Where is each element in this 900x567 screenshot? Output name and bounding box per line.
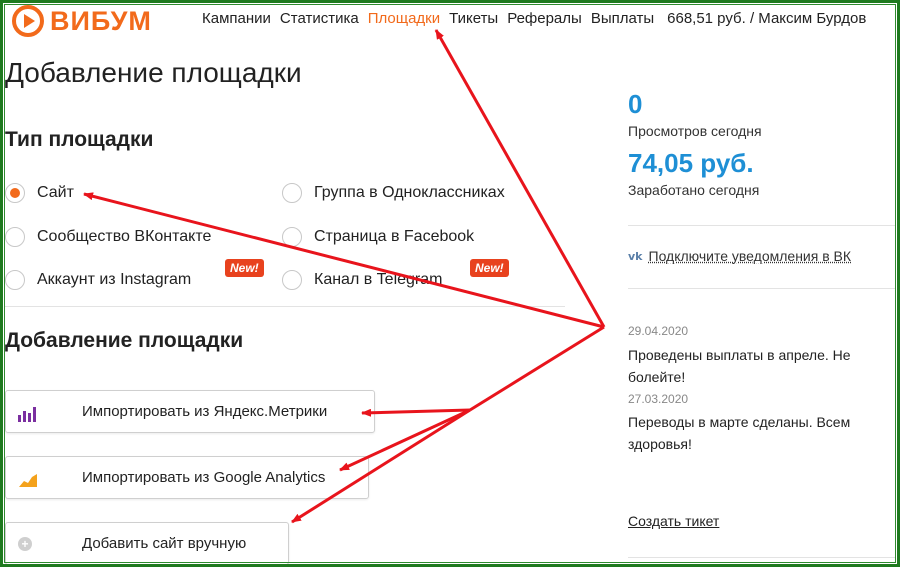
new-badge-telegram: New!	[470, 259, 509, 277]
radio-site[interactable]	[5, 183, 25, 203]
type-option-instagram[interactable]: Аккаунт из Instagram	[5, 270, 191, 290]
sidebar-divider-2	[628, 288, 896, 289]
nav-tickets[interactable]: Тикеты	[449, 10, 498, 27]
arrow-to-yandex-button	[361, 408, 471, 417]
type-option-vkontakte[interactable]: Сообщество ВКонтакте	[5, 227, 211, 247]
type-label-vkontakte: Сообщество ВКонтакте	[37, 228, 212, 245]
create-ticket-link[interactable]: Создать тикет	[628, 513, 719, 529]
news-text: Переводы в марте сделаны. Всем здоровья!	[628, 414, 851, 452]
arrow-to-site-option-2	[469, 325, 605, 412]
import-yandex-label: Импортировать из Яндекс.Метрики	[82, 403, 328, 420]
nav-statistics[interactable]: Статистика	[280, 10, 359, 27]
vk-notifications-link[interactable]: vk Подключите уведомления в ВК	[628, 248, 851, 264]
sidebar-divider-3	[628, 557, 896, 558]
logo[interactable]: ВИБУМ	[12, 5, 152, 37]
logo-text: ВИБУМ	[50, 5, 152, 36]
bar-chart-icon	[18, 402, 38, 422]
radio-odnoklassniki[interactable]	[282, 183, 302, 203]
radio-vkontakte[interactable]	[5, 227, 25, 247]
import-google-label: Импортировать из Google Analytics	[82, 469, 326, 486]
vk-notifications-label: Подключите уведомления в ВК	[648, 248, 852, 264]
account-balance[interactable]: 668,51 руб. / Максим Бурдов	[667, 10, 866, 27]
nav-campaigns[interactable]: Кампании	[202, 10, 271, 27]
type-option-odnoklassniki[interactable]: Группа в Одноклассниках	[282, 183, 505, 203]
news-date: 27.03.2020	[628, 392, 689, 406]
type-option-facebook[interactable]: Страница в Facebook	[282, 227, 474, 247]
radio-facebook[interactable]	[282, 227, 302, 247]
play-logo-icon	[12, 5, 44, 37]
vk-icon: vk	[628, 249, 643, 263]
radio-instagram[interactable]	[5, 270, 25, 290]
import-yandex-metrika-button[interactable]: Импортировать из Яндекс.Метрики	[5, 390, 375, 433]
plus-circle-icon: +	[18, 534, 38, 554]
platform-type-heading: Тип площадки	[5, 128, 154, 151]
sidebar-divider-1	[628, 225, 896, 226]
views-today-value: 0	[628, 89, 643, 119]
type-label-odnoklassniki: Группа в Одноклассниках	[314, 184, 505, 201]
nav-platforms[interactable]: Площадки	[368, 10, 440, 27]
nav-referrals[interactable]: Рефералы	[507, 10, 582, 27]
arrow-to-nav-platforms	[434, 29, 606, 328]
type-label-site: Сайт	[37, 184, 74, 201]
views-today-label: Просмотров сегодня	[628, 123, 762, 139]
arrow-to-site-option	[83, 192, 605, 329]
type-option-site[interactable]: Сайт	[5, 183, 74, 203]
main-nav: Кампании Статистика Площадки Тикеты Рефе…	[202, 10, 875, 27]
nav-payouts[interactable]: Выплаты	[591, 10, 654, 27]
news-text: Проведены выплаты в апреле. Не болейте!	[628, 347, 851, 385]
add-site-manually-button[interactable]: + Добавить сайт вручную	[5, 522, 289, 565]
type-label-instagram: Аккаунт из Instagram	[37, 271, 192, 288]
import-google-analytics-button[interactable]: Импортировать из Google Analytics	[5, 456, 369, 499]
earned-today-label: Заработано сегодня	[628, 182, 760, 198]
news-date: 29.04.2020	[628, 324, 689, 338]
type-option-telegram[interactable]: Канал в Telegram	[282, 270, 442, 290]
earned-today-value: 74,05 руб.	[628, 148, 754, 178]
type-label-facebook: Страница в Facebook	[314, 228, 475, 245]
new-badge-instagram: New!	[225, 259, 264, 277]
area-chart-icon	[18, 468, 38, 488]
radio-telegram[interactable]	[282, 270, 302, 290]
page-title: Добавление площадки	[5, 57, 302, 88]
add-platform-heading: Добавление площадки	[5, 329, 244, 352]
type-label-telegram: Канал в Telegram	[314, 271, 443, 288]
section-divider	[5, 306, 565, 307]
add-manually-label: Добавить сайт вручную	[82, 535, 247, 552]
